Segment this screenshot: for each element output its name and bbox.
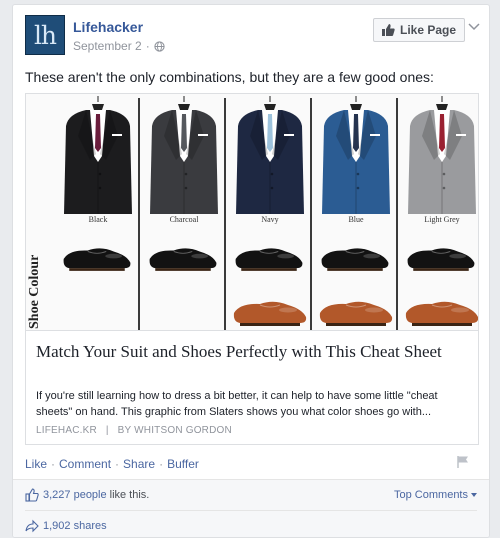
buffer-action[interactable]: Buffer (167, 457, 199, 471)
link-preview-image[interactable]: Shoe Colour Black Charcoal Navy Blue Light G… (26, 94, 478, 331)
share-action[interactable]: Share (123, 457, 155, 471)
link-source: LIFEHAC.KR | BY WHITSON GORDON (36, 425, 232, 436)
top-comments-dropdown[interactable]: Top Comments (394, 489, 477, 501)
shoe-colour-label: Shoe Colour (27, 254, 42, 329)
meta-separator: · (145, 39, 150, 53)
like-action[interactable]: Like (25, 457, 47, 471)
page-avatar[interactable]: lh (25, 15, 65, 55)
post-card: lh Lifehacker September 2 · Like Page Th… (12, 4, 490, 538)
brown-shoe (230, 292, 310, 330)
suit-color-label: Navy (261, 215, 279, 224)
share-arrow-icon (25, 519, 39, 532)
avatar-logo-text: lh (33, 20, 57, 50)
suit-illustration (142, 96, 226, 216)
thumbs-up-outline-icon (25, 488, 39, 502)
shares-row: 1,902 shares (25, 510, 477, 537)
link-title[interactable]: Match Your Suit and Shoes Perfectly with… (36, 341, 466, 363)
likes-suffix: like this. (109, 489, 150, 501)
column-divider (310, 98, 312, 330)
like-page-label: Like Page (400, 23, 457, 37)
top-comments-label: Top Comments (394, 489, 468, 501)
post-text: These aren't the only combinations, but … (25, 69, 434, 85)
black-shoe (318, 240, 392, 274)
action-separator: · (51, 457, 56, 471)
column-divider (396, 98, 398, 330)
suit-illustration (314, 96, 398, 216)
column-divider (138, 98, 140, 330)
post-footer: 3,227 people like this. Top Comments 1,9… (13, 479, 489, 537)
suit-color-label: Charcoal (169, 215, 199, 224)
chevron-down-icon[interactable] (468, 23, 480, 31)
link-domain: LIFEHAC.KR (36, 425, 97, 436)
brown-shoe (402, 292, 478, 330)
post-header: lh Lifehacker September 2 · Like Page (13, 5, 489, 63)
link-description: If you're still learning how to dress a … (36, 390, 438, 418)
link-preview[interactable]: Shoe Colour Black Charcoal Navy Blue Light G… (25, 93, 479, 445)
suit-color-label: Black (88, 215, 108, 224)
brown-shoe (316, 292, 396, 330)
column-divider (224, 98, 226, 330)
suit-illustration (400, 96, 478, 216)
black-shoe (60, 240, 134, 274)
suit-color-label: Light Grey (424, 215, 460, 224)
globe-icon[interactable] (154, 40, 165, 52)
link-byline: BY WHITSON GORDON (117, 425, 232, 436)
action-separator: · (115, 457, 120, 471)
source-separator: | (105, 425, 109, 436)
suit-illustration (228, 96, 312, 216)
shares-count-link[interactable]: 1,902 shares (43, 520, 107, 532)
comment-action[interactable]: Comment (59, 457, 111, 471)
likes-count-link[interactable]: 3,227 people (43, 489, 107, 501)
caret-down-icon (471, 493, 477, 497)
likes-row: 3,227 people like this. Top Comments (25, 480, 477, 510)
action-separator: · (159, 457, 164, 471)
post-date-link[interactable]: September 2 (73, 39, 142, 53)
black-shoe (232, 240, 306, 274)
black-shoe (404, 240, 478, 274)
page-name-link[interactable]: Lifehacker (73, 19, 143, 35)
suit-illustration (56, 96, 140, 216)
black-shoe (146, 240, 220, 274)
suit-color-label: Blue (348, 215, 364, 224)
thumbs-up-icon (382, 24, 395, 36)
like-page-button[interactable]: Like Page (373, 18, 466, 42)
post-actions: Like · Comment · Share · Buffer (25, 457, 199, 471)
post-meta: September 2 · (73, 39, 165, 53)
flag-icon[interactable] (456, 455, 470, 469)
